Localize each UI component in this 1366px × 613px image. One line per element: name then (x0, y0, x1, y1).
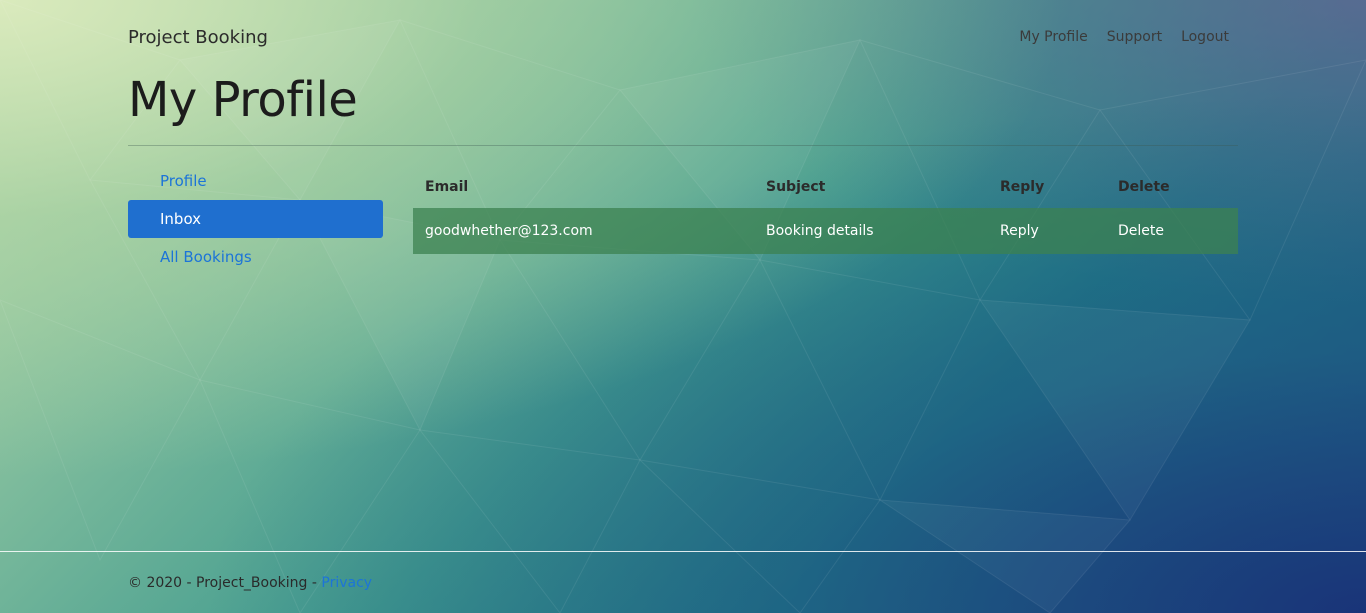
title-divider (128, 145, 1238, 146)
sidebar-item-all-bookings[interactable]: All Bookings (128, 238, 383, 276)
table-row: goodwhether@123.com Booking details Repl… (413, 208, 1238, 254)
brand-link[interactable]: Project Booking (128, 27, 268, 48)
nav-support-link[interactable]: Support (1107, 29, 1162, 45)
sidebar-item-profile[interactable]: Profile (128, 162, 383, 200)
nav-my-profile-link[interactable]: My Profile (1019, 29, 1087, 45)
footer-divider (0, 551, 1366, 552)
table-header-row: Email Subject Reply Delete (413, 166, 1238, 208)
page-title: My Profile (128, 72, 358, 128)
cell-subject: Booking details (766, 223, 874, 239)
privacy-link[interactable]: Privacy (321, 575, 372, 591)
delete-link[interactable]: Delete (1106, 208, 1238, 254)
column-header-subject: Subject (766, 179, 826, 195)
footer: © 2020 - Project_Booking - Privacy (128, 575, 372, 591)
column-header-reply: Reply (1000, 179, 1045, 195)
cell-email: goodwhether@123.com (425, 223, 593, 239)
profile-sidebar: Profile Inbox All Bookings (128, 162, 383, 276)
column-header-delete: Delete (1118, 179, 1170, 195)
inbox-table: Email Subject Reply Delete goodwhether@1… (413, 166, 1238, 254)
reply-link[interactable]: Reply (988, 208, 1106, 254)
footer-copyright: © 2020 - Project_Booking - (128, 575, 322, 591)
sidebar-item-inbox[interactable]: Inbox (128, 200, 383, 238)
nav-logout-link[interactable]: Logout (1181, 29, 1229, 45)
column-header-email: Email (425, 179, 469, 195)
navbar: Project Booking My Profile Support Logou… (128, 24, 1238, 50)
nav-links: My Profile Support Logout (1019, 29, 1229, 45)
inbox-table-wrapper: Email Subject Reply Delete goodwhether@1… (413, 166, 1238, 254)
